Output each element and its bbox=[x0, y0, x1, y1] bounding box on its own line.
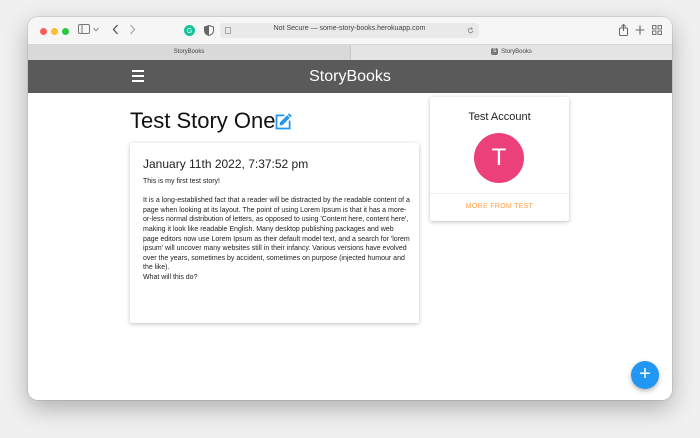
minimize-window-button[interactable] bbox=[51, 28, 58, 35]
tab-overview-icon[interactable] bbox=[652, 25, 662, 35]
tab-storybooks[interactable]: S StoryBooks bbox=[351, 45, 672, 60]
share-icon[interactable] bbox=[619, 24, 628, 36]
shield-icon[interactable] bbox=[204, 25, 214, 36]
add-icon: + bbox=[639, 363, 651, 385]
url-text: Not Secure — some-story-books.herokuapp.… bbox=[273, 25, 426, 32]
story-paragraph: What will this do? bbox=[143, 273, 198, 281]
add-story-button[interactable]: + bbox=[631, 361, 659, 389]
brand-logo[interactable]: StoryBooks bbox=[28, 68, 672, 86]
divider bbox=[430, 193, 569, 194]
story-title: Test Story One bbox=[130, 108, 276, 133]
close-window-button[interactable] bbox=[40, 28, 47, 35]
edit-icon[interactable] bbox=[273, 111, 294, 132]
app-navbar: StoryBooks bbox=[28, 60, 672, 93]
forward-icon[interactable] bbox=[129, 24, 136, 35]
sidebar-icon[interactable] bbox=[78, 24, 90, 35]
back-icon[interactable] bbox=[112, 24, 119, 35]
browser-window: G Not Secure — some-story-books.herokuap… bbox=[28, 17, 672, 400]
avatar: T bbox=[474, 133, 524, 183]
story-date: January 11th 2022, 7:37:52 pm bbox=[143, 157, 309, 171]
chevron-down-icon[interactable] bbox=[93, 27, 99, 32]
tab-storybooks-active[interactable]: StoryBooks bbox=[28, 45, 351, 60]
author-card: Test Account T MORE FROM TEST bbox=[430, 97, 569, 221]
tab-label: StoryBooks bbox=[173, 49, 205, 55]
story-body: This is my first test story! It is a lon… bbox=[143, 177, 411, 292]
zoom-window-button[interactable] bbox=[62, 28, 69, 35]
favicon-icon: S bbox=[491, 47, 499, 55]
more-from-author-link[interactable]: MORE FROM TEST bbox=[430, 203, 569, 210]
story-card: January 11th 2022, 7:37:52 pm This is my… bbox=[130, 143, 419, 323]
address-bar[interactable]: Not Secure — some-story-books.herokuapp.… bbox=[220, 23, 479, 38]
story-paragraph: It is a long-established fact that a rea… bbox=[143, 197, 410, 272]
svg-text:G: G bbox=[187, 28, 192, 35]
new-tab-icon[interactable] bbox=[635, 25, 645, 35]
story-paragraph: This is my first test story! bbox=[143, 178, 221, 185]
tab-strip: StoryBooks S StoryBooks bbox=[28, 44, 672, 61]
extension-icon[interactable]: G bbox=[184, 25, 195, 36]
browser-toolbar: G Not Secure — some-story-books.herokuap… bbox=[28, 17, 672, 44]
author-name: Test Account bbox=[468, 111, 531, 123]
tab-label: StoryBooks bbox=[501, 49, 532, 55]
reload-icon[interactable] bbox=[467, 27, 474, 34]
